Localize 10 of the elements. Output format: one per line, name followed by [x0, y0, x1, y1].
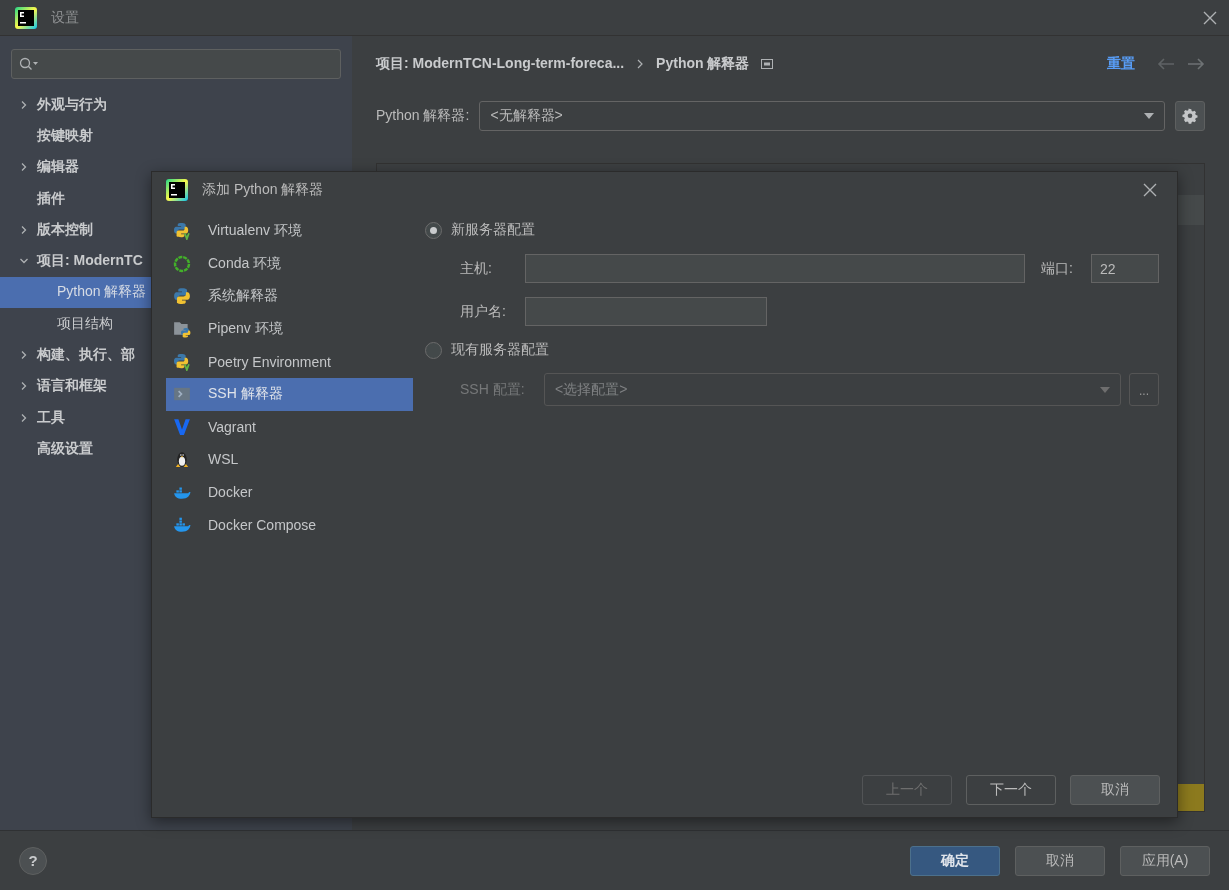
field-label: Python 解释器: [376, 107, 470, 125]
radio-label: 新服务器配置 [451, 221, 535, 239]
breadcrumb-item: Python 解释器 [656, 55, 750, 73]
field-label: 端口: [1041, 259, 1074, 278]
window-title: 设置 [51, 8, 80, 27]
field-label: 用户名: [460, 302, 507, 321]
dialog-title: 添加 Python 解释器 [202, 181, 325, 199]
radio-label: 现有服务器配置 [451, 341, 549, 359]
field-label: 主机: [460, 259, 493, 278]
breadcrumb-item: 项目: ModernTCN-Long-term-foreca... [376, 55, 625, 73]
